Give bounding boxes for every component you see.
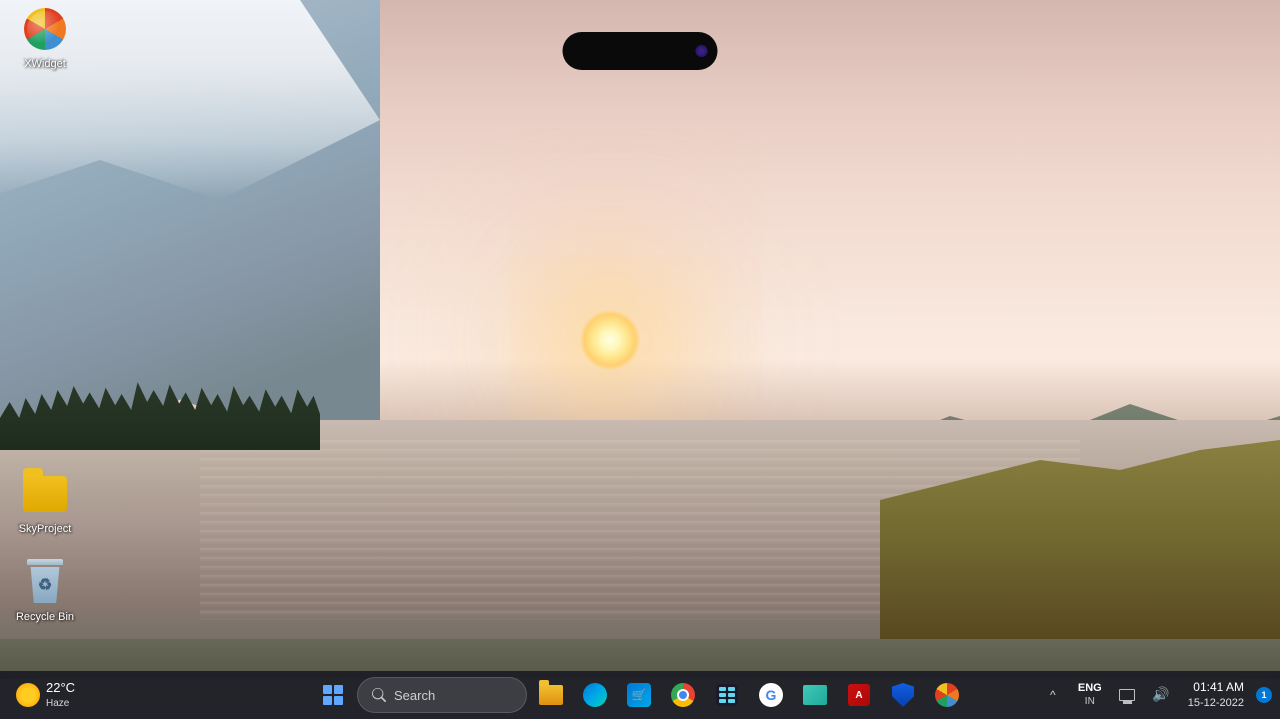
taskbar-shield-app[interactable] — [883, 675, 923, 715]
skyproject-icon-image — [21, 470, 69, 518]
calc-dot-5 — [719, 699, 726, 703]
language-indicator[interactable]: ENG IN — [1072, 680, 1108, 709]
calc-dot-6 — [728, 699, 735, 703]
show-hidden-icons-button[interactable]: ^ — [1038, 680, 1068, 710]
aorus-icon: A — [848, 684, 870, 706]
clock-date: 15-12-2022 — [1188, 696, 1244, 710]
shield-app-icon — [892, 683, 914, 707]
taskbar-chrome[interactable] — [663, 675, 703, 715]
weather-widget[interactable]: 22°C Haze — [8, 675, 83, 715]
recyclebin-label: Recycle Bin — [16, 610, 74, 624]
chrome-icon — [671, 683, 695, 707]
taskbar-file-explorer[interactable] — [531, 675, 571, 715]
calc-dot-4 — [728, 693, 735, 697]
language-region: IN — [1085, 696, 1095, 708]
skyproject-label: SkyProject — [19, 522, 72, 536]
folder-icon-graphic — [23, 476, 67, 512]
taskbar-center: Search 🛒 — [313, 675, 967, 715]
volume-tray[interactable]: 🔊 — [1146, 680, 1176, 710]
taskbar: 22°C Haze Search — [0, 671, 1280, 719]
desktop: XWidget SkyProject ♻ Recycle Bin — [0, 0, 1280, 719]
clock-time: 01:41 AM — [1193, 680, 1244, 696]
xwidget-icon-graphic — [24, 8, 66, 50]
taskbar-edge[interactable] — [575, 675, 615, 715]
taskbar-aorus[interactable]: A — [839, 675, 879, 715]
edge-icon — [583, 683, 607, 707]
files-icon — [803, 685, 827, 705]
recyclebin-icon-container[interactable]: ♻ Recycle Bin — [5, 558, 85, 624]
google-icon: G — [759, 683, 783, 707]
xwidget-icon-container[interactable]: XWidget — [5, 5, 85, 71]
desktop-icons: XWidget SkyProject ♻ Recycle Bin — [0, 0, 1280, 671]
taskbar-files[interactable] — [795, 675, 835, 715]
taskbar-ms-store[interactable]: 🛒 — [619, 675, 659, 715]
clock-area[interactable]: 01:41 AM 15-12-2022 — [1180, 678, 1252, 712]
monitor-icon — [1119, 689, 1135, 701]
notification-badge[interactable]: 1 — [1256, 687, 1272, 703]
search-label: Search — [394, 688, 435, 703]
language-abbr: ENG — [1078, 682, 1102, 695]
xwidget-label: XWidget — [24, 57, 66, 71]
win-square-2 — [334, 685, 343, 694]
taskbar-google[interactable]: G — [751, 675, 791, 715]
recycle-lid — [27, 559, 63, 565]
taskbar-left: 22°C Haze — [8, 675, 208, 715]
weather-temperature: 22°C — [46, 679, 75, 697]
win-square-1 — [323, 685, 332, 694]
recycle-arrows: ♻ — [38, 575, 52, 595]
calculator-icon — [716, 684, 738, 706]
taskbar-right: ^ ENG IN 🔊 01:41 AM 15-12-2022 — [1032, 678, 1272, 712]
windows-logo — [323, 685, 343, 705]
weather-text: 22°C Haze — [46, 679, 75, 711]
taskbar-calculator[interactable] — [707, 675, 747, 715]
skyproject-icon-container[interactable]: SkyProject — [5, 470, 85, 536]
tray-area: ^ — [1038, 680, 1068, 710]
start-button[interactable] — [313, 675, 353, 715]
calc-dot-1 — [719, 687, 726, 691]
speaker-icon: 🔊 — [1152, 686, 1169, 703]
calc-dot-3 — [719, 693, 726, 697]
weather-condition: Haze — [46, 697, 75, 711]
chevron-up-icon: ^ — [1050, 688, 1056, 702]
store-icon: 🛒 — [627, 683, 651, 707]
file-explorer-icon — [539, 685, 563, 705]
taskbar-globe[interactable] — [927, 675, 967, 715]
display-settings-tray[interactable] — [1112, 680, 1142, 710]
search-icon — [372, 688, 386, 702]
recycle-body: ♻ — [29, 567, 61, 603]
recyclebin-icon-image: ♻ — [21, 558, 69, 606]
notification-count: 1 — [1261, 690, 1266, 700]
win-square-3 — [323, 696, 332, 705]
recycle-icon-graphic: ♻ — [24, 559, 66, 605]
weather-sun-icon — [16, 683, 40, 707]
calc-dot-2 — [728, 687, 735, 691]
xwidget-icon-image — [21, 5, 69, 53]
search-bar[interactable]: Search — [357, 677, 527, 713]
globe-icon — [935, 683, 959, 707]
win-square-4 — [334, 696, 343, 705]
